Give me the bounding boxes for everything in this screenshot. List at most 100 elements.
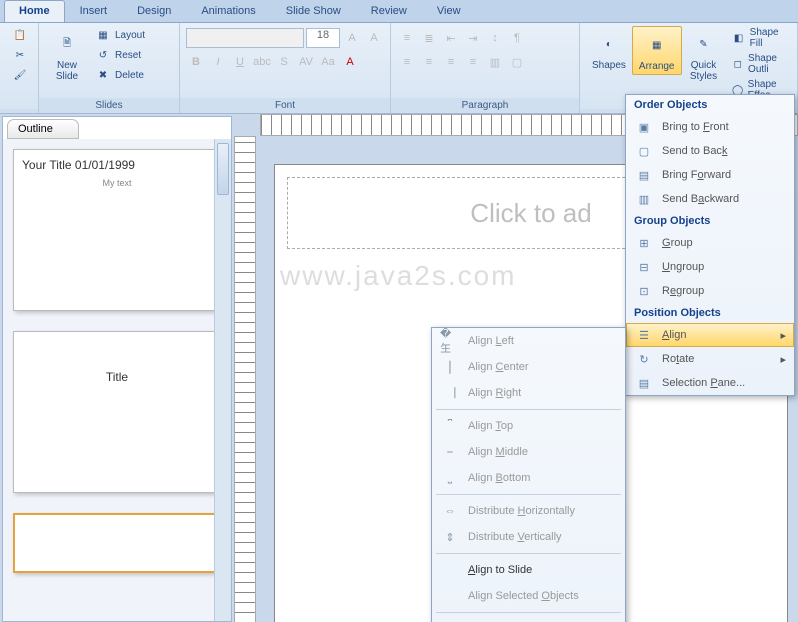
blank-icon	[440, 562, 460, 578]
font-size-combo[interactable]: 18	[306, 28, 340, 48]
send-back-icon: ▢	[634, 143, 654, 159]
char-spacing-button[interactable]: AV	[296, 52, 316, 72]
regroup-item[interactable]: ⊡Regroup	[626, 279, 794, 303]
arrange-menu: Order Objects ▣Bring to Front ▢Send to B…	[625, 94, 795, 396]
shapes-button[interactable]: ◐ Shapes	[586, 26, 632, 73]
tab-insert[interactable]: Insert	[65, 0, 123, 22]
layout-button[interactable]: ▦Layout	[93, 26, 147, 44]
thumb2-title: Title	[22, 370, 212, 384]
align-left-item[interactable]: �玍Align Left	[432, 328, 625, 354]
send-backward-icon: ▥	[634, 191, 654, 207]
tab-view[interactable]: View	[422, 0, 476, 22]
position-objects-header: Position Objects	[626, 303, 794, 323]
new-slide-icon: 🗎	[51, 28, 83, 60]
send-to-back-item[interactable]: ▢Send to Back	[626, 139, 794, 163]
align-top-item[interactable]: ⎴Align Top	[432, 413, 625, 439]
strike-button[interactable]: abc	[252, 52, 272, 72]
shapes-icon: ◐	[593, 28, 625, 60]
bring-to-front-item[interactable]: ▣Bring to Front	[626, 115, 794, 139]
shrink-font-button[interactable]: A	[364, 28, 384, 48]
blank-icon	[440, 588, 460, 604]
thumb1-title: Your Title 01/01/1999	[22, 158, 212, 172]
align-bottom-item[interactable]: ⎵Align Bottom	[432, 465, 625, 491]
outline-icon: ◻	[732, 56, 745, 72]
submenu-separator	[436, 612, 621, 613]
submenu-separator	[436, 494, 621, 495]
align-left-button[interactable]: ≡	[397, 52, 417, 72]
columns-button[interactable]: ▥	[485, 52, 505, 72]
align-center-item[interactable]: ⎮Align Center	[432, 354, 625, 380]
align-item[interactable]: ☰Align▸	[626, 323, 794, 347]
tab-slideshow[interactable]: Slide Show	[271, 0, 356, 22]
submenu-arrow-icon: ▸	[780, 329, 786, 342]
group-item[interactable]: ⊞Group	[626, 231, 794, 255]
align-top-icon: ⎴	[440, 418, 460, 434]
grow-font-button[interactable]: A	[342, 28, 362, 48]
slide-thumb-3[interactable]	[13, 513, 221, 573]
outline-tab[interactable]: Outline	[7, 119, 79, 139]
shape-fill-button[interactable]: ◧Shape Fill	[730, 26, 792, 50]
slide-thumb-1[interactable]: Your Title 01/01/1999 My text	[13, 149, 221, 311]
distribute-vertically-item[interactable]: ⇕Distribute Vertically	[432, 524, 625, 550]
align-bottom-icon: ⎵	[440, 470, 460, 486]
increase-indent-button[interactable]: ⇥	[463, 28, 483, 48]
send-backward-item[interactable]: ▥Send Backward	[626, 187, 794, 211]
new-slide-button[interactable]: 🗎 New Slide	[45, 26, 89, 84]
bring-forward-icon: ▤	[634, 167, 654, 183]
vertical-ruler[interactable]	[234, 136, 256, 622]
align-middle-icon: ⎯	[440, 444, 460, 460]
quick-styles-icon: ✎	[688, 28, 720, 60]
outline-body[interactable]: Your Title 01/01/1999 My text Title	[3, 139, 231, 621]
paste-button[interactable]: 📋	[10, 26, 30, 44]
view-gridlines-item[interactable]: View Gridlines	[432, 616, 625, 622]
align-right-button[interactable]: ≡	[441, 52, 461, 72]
shape-outline-button[interactable]: ◻Shape Outli	[730, 52, 792, 76]
ungroup-icon: ⊟	[634, 259, 654, 275]
italic-button[interactable]: I	[208, 52, 228, 72]
shadow-button[interactable]: S	[274, 52, 294, 72]
bullets-button[interactable]: ≡	[397, 28, 417, 48]
cut-icon: ✂	[12, 47, 28, 63]
ungroup-item[interactable]: ⊟Ungroup	[626, 255, 794, 279]
change-case-button[interactable]: Aa	[318, 52, 338, 72]
line-spacing-button[interactable]: ↕	[485, 28, 505, 48]
rotate-item[interactable]: ↻Rotate▸	[626, 347, 794, 371]
outline-scrollbar[interactable]	[214, 139, 231, 621]
dist-v-icon: ⇕	[440, 529, 460, 545]
cut-button[interactable]: ✂	[10, 46, 30, 64]
arrange-button[interactable]: ▦ Arrange	[632, 26, 682, 75]
font-family-combo[interactable]	[186, 28, 304, 48]
font-color-button[interactable]: A	[340, 52, 360, 72]
slide-thumb-2[interactable]: Title	[13, 331, 221, 493]
tab-animations[interactable]: Animations	[186, 0, 270, 22]
selection-pane-icon: ▤	[634, 375, 654, 391]
justify-button[interactable]: ≡	[463, 52, 483, 72]
format-painter-button[interactable]: 🖌	[10, 66, 30, 84]
order-objects-header: Order Objects	[626, 95, 794, 115]
decrease-indent-button[interactable]: ⇤	[441, 28, 461, 48]
regroup-icon: ⊡	[634, 283, 654, 299]
align-selected-objects-item[interactable]: Align Selected Objects	[432, 583, 625, 609]
tab-home[interactable]: Home	[4, 0, 65, 22]
selection-pane-item[interactable]: ▤Selection Pane...	[626, 371, 794, 395]
submenu-arrow-icon: ▸	[780, 353, 786, 366]
bring-forward-item[interactable]: ▤Bring Forward	[626, 163, 794, 187]
fill-icon: ◧	[732, 30, 746, 46]
underline-button[interactable]: U	[230, 52, 250, 72]
numbering-button[interactable]: ≣	[419, 28, 439, 48]
align-to-slide-item[interactable]: Align to Slide	[432, 557, 625, 583]
distribute-horizontally-item[interactable]: ⇔Distribute Horizontally	[432, 498, 625, 524]
scroll-thumb[interactable]	[217, 143, 229, 195]
tab-design[interactable]: Design	[122, 0, 186, 22]
reset-button[interactable]: ↺Reset	[93, 46, 147, 64]
smartart-button[interactable]: ▢	[507, 52, 527, 72]
align-center-button[interactable]: ≡	[419, 52, 439, 72]
delete-button[interactable]: ✖Delete	[93, 66, 147, 84]
tab-review[interactable]: Review	[356, 0, 422, 22]
group-objects-header: Group Objects	[626, 211, 794, 231]
text-direction-button[interactable]: ¶	[507, 28, 527, 48]
bold-button[interactable]: B	[186, 52, 206, 72]
quick-styles-button[interactable]: ✎ Quick Styles	[682, 26, 726, 84]
align-middle-item[interactable]: ⎯Align Middle	[432, 439, 625, 465]
align-right-item[interactable]: ⎹Align Right	[432, 380, 625, 406]
